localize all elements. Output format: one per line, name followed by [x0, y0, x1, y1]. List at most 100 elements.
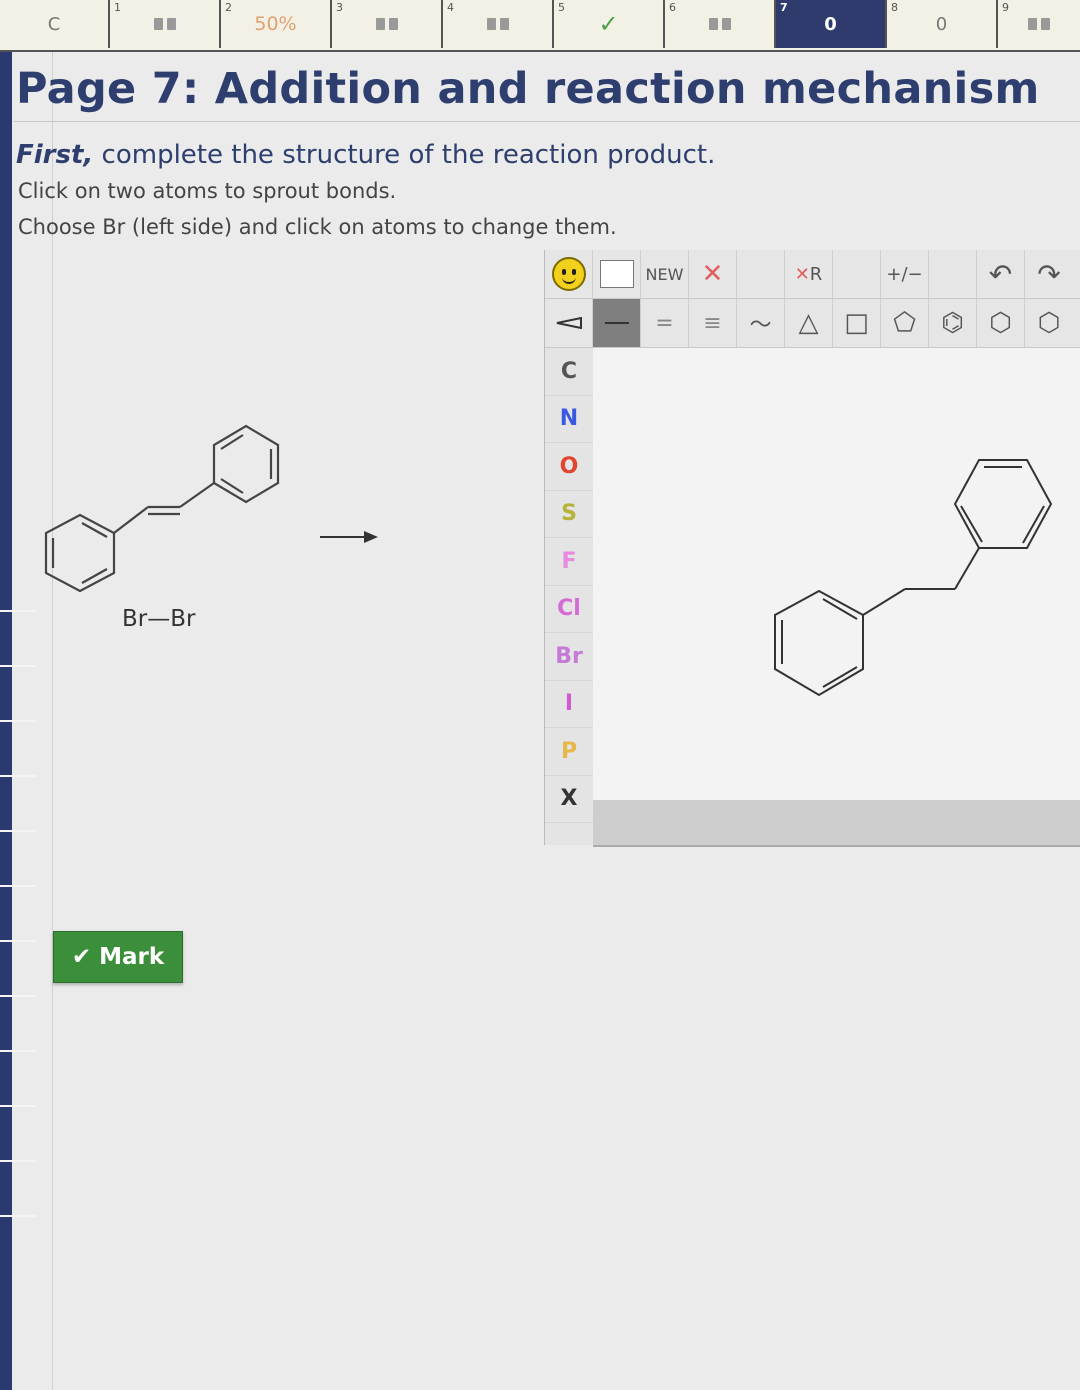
atom-c-button[interactable]: C: [545, 348, 593, 396]
editor-status-bar: [593, 800, 1080, 847]
ruler-tick: [0, 665, 36, 667]
empty-tool-slot[interactable]: [929, 250, 977, 298]
undo-icon: ↶: [988, 257, 1013, 291]
book-icon: [375, 18, 398, 30]
atom-label: P: [560, 738, 578, 764]
ruler-tick: [0, 1050, 36, 1052]
atom-x-button[interactable]: X: [545, 776, 593, 823]
single-bond-button[interactable]: [593, 299, 641, 347]
instruction-lead: First,: [16, 140, 94, 170]
triangle-ring-button[interactable]: △: [785, 299, 833, 347]
cell-score: 0: [935, 13, 948, 35]
instruction-text: complete the structure of the reaction p…: [93, 140, 716, 170]
content-border: [52, 50, 53, 1390]
book-icon: [708, 18, 731, 30]
rgroup-button[interactable]: ✕ R: [785, 250, 833, 298]
wedge-bond-button[interactable]: [545, 299, 593, 347]
left-edge: [0, 50, 54, 1390]
progress-cell-3[interactable]: 3: [332, 0, 443, 48]
atom-s-button[interactable]: S: [545, 491, 593, 538]
progress-cell-4[interactable]: 4: [443, 0, 554, 48]
triple-bond-icon: ≡: [703, 310, 722, 336]
progress-cell-5[interactable]: 5 ✓: [554, 0, 665, 48]
score-percent: 50%: [254, 13, 297, 35]
undo-button[interactable]: ↶: [977, 250, 1025, 298]
cell-number: 6: [669, 1, 676, 14]
checkmark-icon: ✔: [71, 944, 92, 970]
progress-cell-7-current[interactable]: 7 0: [776, 0, 887, 48]
delete-x-icon: ✕: [701, 259, 724, 289]
atom-br-button[interactable]: Br: [545, 633, 593, 681]
mark-button[interactable]: ✔ Mark: [53, 931, 183, 983]
cell-number: 8: [891, 1, 898, 14]
rgroup-label: R: [809, 263, 823, 285]
ruler-tick: [0, 1160, 36, 1162]
benzene-ring-button[interactable]: ⌬: [929, 299, 977, 347]
progress-cell-home[interactable]: C: [0, 0, 110, 48]
reaction-arrow: [320, 531, 378, 543]
progress-cell-2[interactable]: 2 50%: [221, 0, 332, 48]
progress-cell-8[interactable]: 8 0: [887, 0, 998, 48]
atom-label: O: [559, 453, 579, 479]
atom-o-button[interactable]: O: [545, 443, 593, 491]
home-label: C: [47, 13, 61, 35]
ruler-tick: [0, 940, 36, 942]
ruler-tick: [0, 720, 36, 722]
chain-button[interactable]: 〜: [737, 299, 785, 347]
pentagon-ring-button[interactable]: ⬠: [881, 299, 929, 347]
square-ring-button[interactable]: □: [833, 299, 881, 347]
heptagon-ring-button[interactable]: ⬡: [1025, 299, 1073, 347]
cell-number: 3: [336, 1, 343, 14]
empty-tool-slot[interactable]: [737, 250, 785, 298]
reactant-structure: [44, 424, 280, 593]
atom-f-button[interactable]: F: [545, 538, 593, 586]
hexagon-icon: ⬡: [989, 308, 1012, 338]
charge-button[interactable]: +/−: [881, 250, 929, 298]
checkmark-icon: ✓: [598, 10, 619, 38]
ruler-tick: [0, 1105, 36, 1107]
book-icon: [1027, 18, 1050, 30]
triangle-icon: △: [798, 308, 819, 338]
redo-icon: ↷: [1037, 257, 1061, 291]
atom-label: Cl: [557, 596, 581, 622]
atom-label: Br: [555, 643, 583, 669]
atom-p-button[interactable]: P: [545, 728, 593, 776]
wedge-bond-icon: [556, 317, 582, 329]
editor-toolbar-bonds: = ≡ 〜 △ □ ⬠ ⌬ ⬡ ⬡: [545, 299, 1080, 348]
benzene-icon: ⌬: [941, 308, 964, 338]
book-icon: [486, 18, 509, 30]
smiley-button[interactable]: [545, 250, 593, 298]
rectangle-select-icon: [599, 260, 634, 288]
book-icon: [153, 18, 176, 30]
progress-cell-9[interactable]: 9: [998, 0, 1079, 48]
progress-bar: C 1 2 50% 3 4 5 ✓ 6 7 0 8 0 9: [0, 0, 1080, 52]
ruler-tick: [0, 995, 36, 997]
double-bond-button[interactable]: =: [641, 299, 689, 347]
cell-number: 9: [1002, 1, 1009, 14]
reagent-label: Br—Br: [122, 606, 196, 632]
atom-n-button[interactable]: N: [545, 396, 593, 443]
redo-button[interactable]: ↷: [1025, 250, 1073, 298]
chain-icon: 〜: [749, 313, 772, 338]
triple-bond-button[interactable]: ≡: [689, 299, 737, 347]
heptagon-icon: ⬡: [1037, 308, 1061, 338]
atom-cl-button[interactable]: Cl: [545, 586, 593, 633]
new-button[interactable]: NEW: [641, 250, 689, 298]
progress-cell-6[interactable]: 6: [665, 0, 776, 48]
structure-editor: NEW ✕ ✕ R +/− ↶ ↷ = ≡ 〜 △ □ ⬠ ⌬ ⬡ ⬡ C N O…: [544, 250, 1080, 847]
select-box-button[interactable]: [593, 250, 641, 298]
cell-number: 4: [447, 1, 454, 14]
atom-label: X: [560, 786, 578, 812]
delete-button[interactable]: ✕: [689, 250, 737, 298]
drawing-canvas[interactable]: [593, 348, 1080, 800]
square-icon: □: [844, 308, 869, 338]
progress-cell-1[interactable]: 1: [110, 0, 221, 48]
atom-i-button[interactable]: I: [545, 681, 593, 728]
double-bond-icon: =: [655, 310, 674, 336]
atom-palette: C N O S F Cl Br I P X: [545, 348, 594, 845]
hexagon-ring-button[interactable]: ⬡: [977, 299, 1025, 347]
smiley-icon: [551, 257, 586, 291]
empty-tool-slot[interactable]: [833, 250, 881, 298]
ruler-tick: [0, 830, 36, 832]
cell-score: 0: [824, 13, 837, 35]
